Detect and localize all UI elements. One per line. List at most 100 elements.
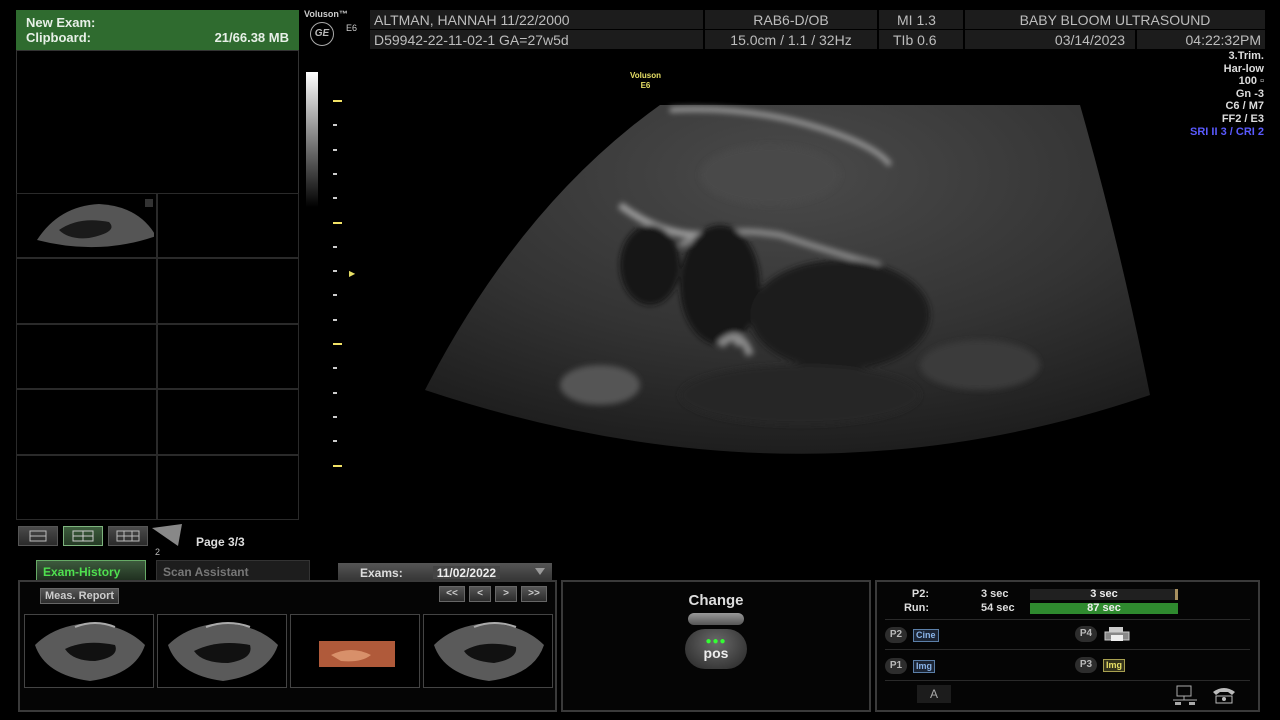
p2-label: P2 <box>885 627 907 643</box>
image-brand-label: Voluson E6 <box>630 71 661 91</box>
exams-label: Exams: <box>360 566 403 580</box>
mi-index: MI 1.3 <box>879 10 963 29</box>
clipboard-size: 21/66.38 MB <box>214 30 289 45</box>
clipboard-label: Clipboard: <box>26 30 91 45</box>
layout-2col-button[interactable] <box>63 526 103 546</box>
exams-date-select[interactable]: 11/02/2022 <box>432 566 501 580</box>
depth-tick <box>333 318 337 321</box>
cine-icon: Cine <box>913 628 939 642</box>
exam-time: 04:22:32PM <box>1137 30 1265 49</box>
a-key[interactable]: A <box>917 685 951 703</box>
layout-grid3-icon <box>116 530 140 542</box>
layout-single-icon <box>29 530 47 542</box>
image-save-icon: Img <box>1103 658 1126 672</box>
ff-param: FF2 / E3 <box>1221 112 1264 125</box>
sri-param: SRI II 3 / CRI 2 <box>1190 125 1264 138</box>
next-page-button[interactable]: > <box>495 586 517 602</box>
history-thumbnails <box>24 614 553 688</box>
lock-icon: ▫ <box>1257 75 1264 88</box>
imaging-params: 3.Trim. Har-low 100 ▫ Gn -3 C6 / M7 FF2 … <box>1190 50 1264 138</box>
p2-timer-bar-text: 3 sec <box>1090 588 1118 600</box>
p3-label: P3 <box>1075 657 1097 673</box>
gain: Gn -3 <box>1235 87 1264 100</box>
knob-label: pos <box>703 645 729 661</box>
depth-tick <box>333 197 337 200</box>
change-title: Change <box>688 592 744 609</box>
run-timer-bar: 87 sec <box>1030 603 1178 614</box>
p1-button[interactable]: P1 Img <box>885 658 936 674</box>
depth-freq: 15.0cm / 1.1 / 32Hz <box>705 30 877 49</box>
history-thumbnail[interactable] <box>423 614 553 688</box>
sort-arrow-icon[interactable] <box>152 524 184 548</box>
harmonic: Har-low <box>1223 62 1264 75</box>
clipboard-thumbnail[interactable] <box>19 196 154 255</box>
clipboard-slot[interactable] <box>16 323 157 390</box>
clinic-name: BABY BLOOM ULTRASOUND <box>965 10 1265 29</box>
history-thumbnail[interactable] <box>24 614 154 688</box>
clipboard-slot[interactable] <box>157 454 299 520</box>
trimester: 3.Trim. <box>1228 50 1264 62</box>
p2-timer-bar: 3 sec <box>1030 589 1178 600</box>
exam-id: D59942-22-11-02-1 GA=27w5d <box>370 30 703 49</box>
tab-scan-assistant[interactable]: Scan Assistant <box>156 560 310 581</box>
brand-name: Voluson™ <box>304 9 348 19</box>
network-icon[interactable] <box>1173 684 1199 706</box>
change-panel: Change ●●● pos <box>561 580 871 712</box>
meas-report-button[interactable]: Meas. Report <box>40 588 120 604</box>
p4-button[interactable]: P4 <box>1075 626 1131 642</box>
depth-tick <box>333 391 337 394</box>
p2-timer-label: P2: <box>911 588 929 600</box>
clipboard-slot[interactable] <box>157 258 299 324</box>
image-model: E6 <box>640 81 651 90</box>
clipboard-title: New Exam: <box>26 15 96 30</box>
depth-tick <box>333 440 337 443</box>
run-timer: Run: 54 sec 87 sec <box>877 602 1262 616</box>
clipboard-slot[interactable] <box>16 454 157 520</box>
run-timer-value: 54 sec <box>981 602 1015 614</box>
focus-marker-icon[interactable]: ▶ <box>349 269 355 278</box>
clipboard-slot[interactable] <box>157 193 299 259</box>
clipboard-slot[interactable] <box>16 193 157 259</box>
service-phone-icon[interactable] <box>1211 684 1237 706</box>
history-thumbnail[interactable] <box>157 614 287 688</box>
depth-tick <box>333 294 337 297</box>
layout-3col-button[interactable] <box>108 526 148 546</box>
ultrasound-image[interactable] <box>420 95 1160 475</box>
p2-timer-value: 3 sec <box>981 588 1009 600</box>
layout-1x1-button[interactable] <box>18 526 58 546</box>
chevron-down-icon[interactable] <box>535 568 545 575</box>
depth-tick <box>333 100 342 102</box>
depth-tick <box>333 415 337 418</box>
tab-exam-history[interactable]: Exam-History <box>36 560 146 581</box>
p4-label: P4 <box>1075 626 1097 642</box>
divider <box>885 649 1250 650</box>
history-thumbnail[interactable] <box>290 614 420 688</box>
change-rocker[interactable] <box>688 613 744 625</box>
last-page-button[interactable]: >> <box>521 586 547 602</box>
patient-info: ALTMAN, HANNAH 11/22/2000 <box>370 10 703 29</box>
clipboard-grid <box>16 193 299 520</box>
depth-tick <box>333 367 337 370</box>
divider <box>885 680 1250 681</box>
clipboard-slot[interactable] <box>16 389 157 455</box>
first-page-button[interactable]: << <box>439 586 465 602</box>
p3-button[interactable]: P3 Img <box>1075 657 1126 673</box>
p2-timer: P2: 3 sec 3 sec <box>877 588 1262 602</box>
pos-knob[interactable]: ●●● pos <box>685 629 747 669</box>
probe-preset: RAB6-D/OB <box>705 10 877 29</box>
p2-timer-fill <box>1175 589 1178 600</box>
depth-tick <box>333 343 342 345</box>
depth-tick <box>333 148 337 151</box>
prev-page-button[interactable]: < <box>469 586 491 602</box>
exam-history-panel: Meas. Report << < > >> <box>18 580 557 712</box>
clipboard-slot[interactable] <box>16 258 157 324</box>
p2-button[interactable]: P2 Cine <box>885 627 939 643</box>
clipboard-slot[interactable] <box>157 389 299 455</box>
clipboard-slot[interactable] <box>157 323 299 390</box>
brand-model: E6 <box>346 23 358 33</box>
image-brand: Voluson <box>630 71 661 80</box>
depth-tick <box>333 270 337 273</box>
printer-icon <box>1104 627 1130 641</box>
grayscale-bar <box>306 72 318 207</box>
exam-date: 03/14/2023 <box>965 30 1135 49</box>
